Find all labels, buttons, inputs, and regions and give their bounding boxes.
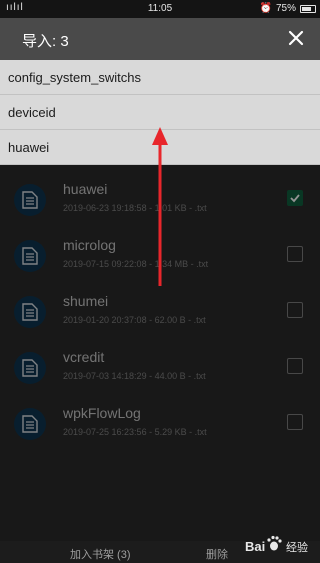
dropdown-item[interactable]: config_system_switchs	[0, 60, 320, 95]
battery-icon	[300, 4, 316, 13]
svg-text:Bai: Bai	[245, 539, 265, 554]
status-bar: ıılıl 11:05 ⏰ 75%	[0, 0, 320, 18]
svg-text:经验: 经验	[286, 540, 308, 554]
dialog-title: 导入: 3	[22, 33, 69, 50]
baidu-jingyan-watermark: Bai 经验	[240, 526, 320, 563]
delete-button[interactable]: 删除	[206, 546, 228, 562]
battery-percent: 75%	[275, 3, 296, 14]
red-arrow-annotation	[152, 127, 168, 286]
battery-level	[302, 6, 311, 11]
add-to-bookshelf-button[interactable]: 加入书架 (3)	[70, 546, 131, 562]
close-icon[interactable]	[286, 28, 306, 48]
status-right: ⏰ 75%	[260, 3, 316, 14]
alarm-icon: ⏰	[259, 3, 272, 14]
dialog-header: 导入: 3	[0, 18, 320, 60]
